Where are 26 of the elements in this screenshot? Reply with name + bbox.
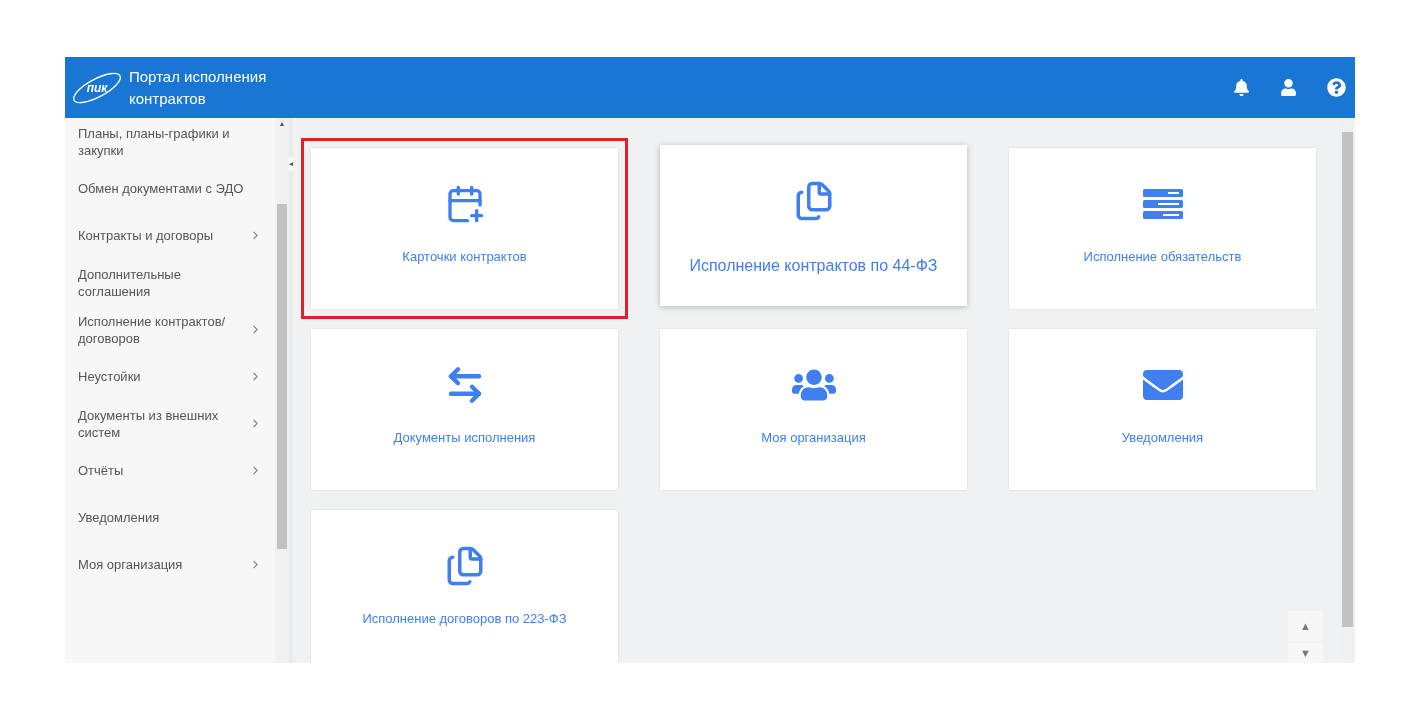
dashboard-tile[interactable]: Моя организация: [660, 329, 967, 490]
scrollbar-thumb[interactable]: [277, 204, 287, 549]
help-icon[interactable]: [1327, 78, 1346, 97]
sidebar-menu-item[interactable]: Неустойки: [65, 353, 275, 400]
sidebar-menu-item[interactable]: Отчёты: [65, 447, 275, 494]
sidebar-menu-item[interactable]: Документы из внешних систем: [65, 400, 275, 447]
sidebar-menu-item[interactable]: Исполнение контрактов/ договоров: [65, 306, 275, 353]
sidebar-menu-item[interactable]: Планы, планы-графики и закупки: [65, 118, 275, 165]
sidebar-menu-item[interactable]: Обмен документами с ЭДО: [65, 165, 275, 212]
sidebar-menu-item[interactable]: Контракты и договоры: [65, 212, 275, 259]
dashboard-tile[interactable]: Документы исполнения: [311, 329, 618, 490]
scroll-down-button[interactable]: ▼: [1288, 643, 1323, 663]
dashboard-tile[interactable]: Исполнение договоров по 223-ФЗ: [311, 510, 618, 663]
dashboard-tile[interactable]: Исполнение обязательств: [1009, 148, 1316, 309]
dashboard-tile[interactable]: Уведомления: [1009, 329, 1316, 490]
scroll-to-top-button[interactable]: ▲: [1288, 611, 1323, 641]
dashboard-tile[interactable]: Исполнение контрактов по 44-ФЗ: [660, 145, 967, 306]
scrollbar-thumb[interactable]: [1342, 132, 1353, 627]
dashboard-tile[interactable]: Карточки контрактов: [311, 148, 618, 309]
notifications-bell-icon[interactable]: [1233, 79, 1250, 96]
sidebar-menu-item[interactable]: Дополнительные соглашения: [65, 259, 275, 306]
user-profile-icon[interactable]: [1280, 79, 1297, 96]
portal-title: Портал исполнения контрактов: [129, 66, 268, 109]
sidebar-menu-item[interactable]: Уведомления: [65, 494, 275, 541]
sidebar-menu-item[interactable]: Моя организация: [65, 541, 275, 588]
server-icon: [1142, 189, 1183, 219]
